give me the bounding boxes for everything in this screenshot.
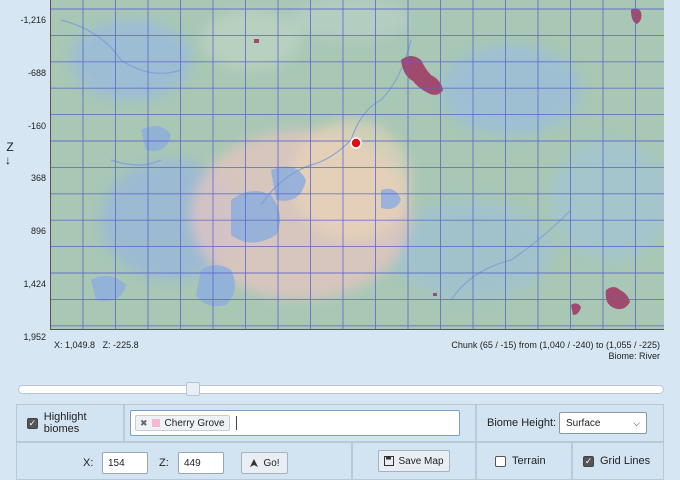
text-caret <box>235 416 237 430</box>
biome-height-label: Biome Height: <box>487 417 557 429</box>
height-slider-thumb[interactable] <box>186 382 200 396</box>
x-input[interactable]: 154 <box>102 452 148 474</box>
z-label: Z: <box>159 457 169 469</box>
grid-lines-toggle[interactable]: ✓ Grid Lines <box>572 442 664 480</box>
remove-tag-icon[interactable]: ✖ <box>140 418 148 429</box>
y-tick-label: 1,424 <box>23 279 46 289</box>
z-input-value: 449 <box>184 457 201 469</box>
x-label: X: <box>83 457 94 469</box>
y-tick-label: 1,952 <box>23 331 46 342</box>
y-tick-label: 896 <box>30 226 46 237</box>
chunk-info: Chunk (65 / -15) from (1,040 / -240) to … <box>451 340 660 361</box>
go-label: Go! <box>263 457 280 469</box>
cursor-coordinates: X: 1,049.8 Z: -225.8 <box>54 340 139 350</box>
biome-tag: ✖ Cherry Grove <box>135 415 230 431</box>
biome-map[interactable] <box>50 0 664 330</box>
highlight-label: Highlight biomes <box>43 411 87 435</box>
x-input-value: 154 <box>108 457 125 469</box>
biome-height-select[interactable]: Surface ⌵ <box>559 412 647 434</box>
go-button[interactable]: Go! <box>241 452 288 474</box>
height-slider-track[interactable] <box>18 385 664 394</box>
navigation-icon <box>250 459 259 467</box>
y-tick-label: -160 <box>27 120 46 131</box>
location-marker <box>350 137 362 149</box>
biome-height-value: Surface <box>566 417 601 429</box>
highlight-biomes-toggle[interactable]: ✓ Highlight biomes <box>16 404 124 442</box>
y-tick-label: -1,216 <box>20 15 46 25</box>
terrain-label: Terrain <box>512 455 546 467</box>
biome-info: Biome: River <box>608 351 660 361</box>
highlight-checkbox[interactable]: ✓ <box>27 417 38 429</box>
z-axis-title: Z → <box>3 140 17 167</box>
map-canvas[interactable] <box>51 0 664 330</box>
terrain-checkbox[interactable] <box>495 455 506 467</box>
save-map-label: Save Map <box>398 455 444 467</box>
biome-tag-input[interactable]: ✖ Cherry Grove <box>130 410 460 436</box>
chevron-down-icon: ⌵ <box>633 417 640 428</box>
grid-lines-label: Grid Lines <box>600 455 651 467</box>
save-icon <box>384 456 395 466</box>
grid-lines-checkbox[interactable]: ✓ <box>583 455 594 467</box>
biome-tag-label: Cherry Grove <box>164 417 225 429</box>
y-tick-label: 368 <box>30 173 46 184</box>
terrain-toggle[interactable]: Terrain <box>476 442 572 480</box>
biome-color-swatch <box>151 419 160 427</box>
z-input[interactable]: 449 <box>178 452 224 474</box>
y-tick-label: -688 <box>27 67 46 78</box>
save-map-button[interactable]: Save Map <box>378 450 450 472</box>
